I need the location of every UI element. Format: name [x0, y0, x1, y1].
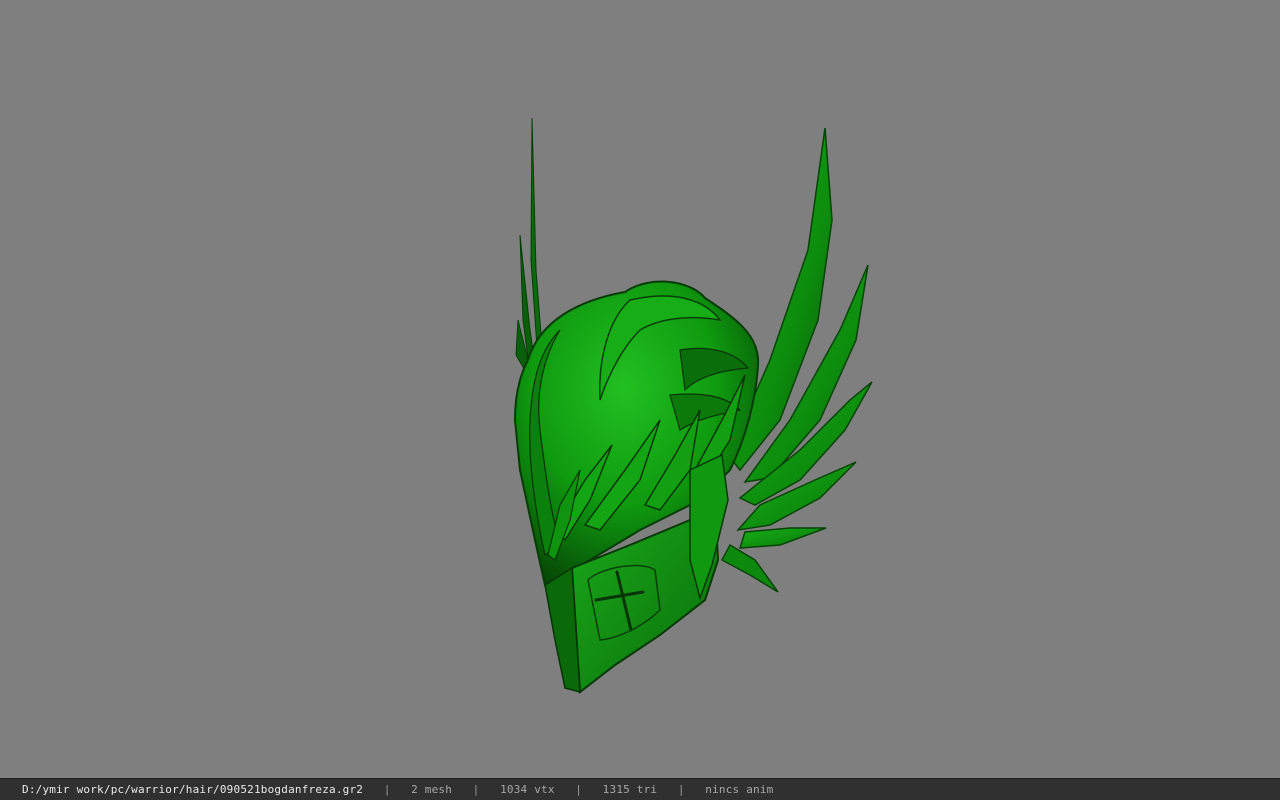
separator: | — [677, 783, 685, 796]
status-bar: D:/ymir work/pc/warrior/hair/090521bogda… — [0, 778, 1280, 800]
wing-feather-6 — [720, 543, 779, 593]
animation-status: nincs anim — [705, 783, 774, 796]
file-path: D:/ymir work/pc/warrior/hair/090521bogda… — [22, 783, 364, 796]
separator: | — [472, 783, 480, 796]
mesh-count: 2 mesh — [411, 783, 453, 796]
3d-viewport[interactable] — [0, 0, 1280, 778]
separator: | — [575, 783, 583, 796]
separator: | — [383, 783, 391, 796]
helmet-model — [513, 117, 873, 694]
wing-feather-5 — [738, 527, 827, 549]
left-spike — [530, 117, 544, 363]
triangle-count: 1315 tri — [602, 783, 658, 796]
vertex-count: 1034 vtx — [500, 783, 555, 796]
